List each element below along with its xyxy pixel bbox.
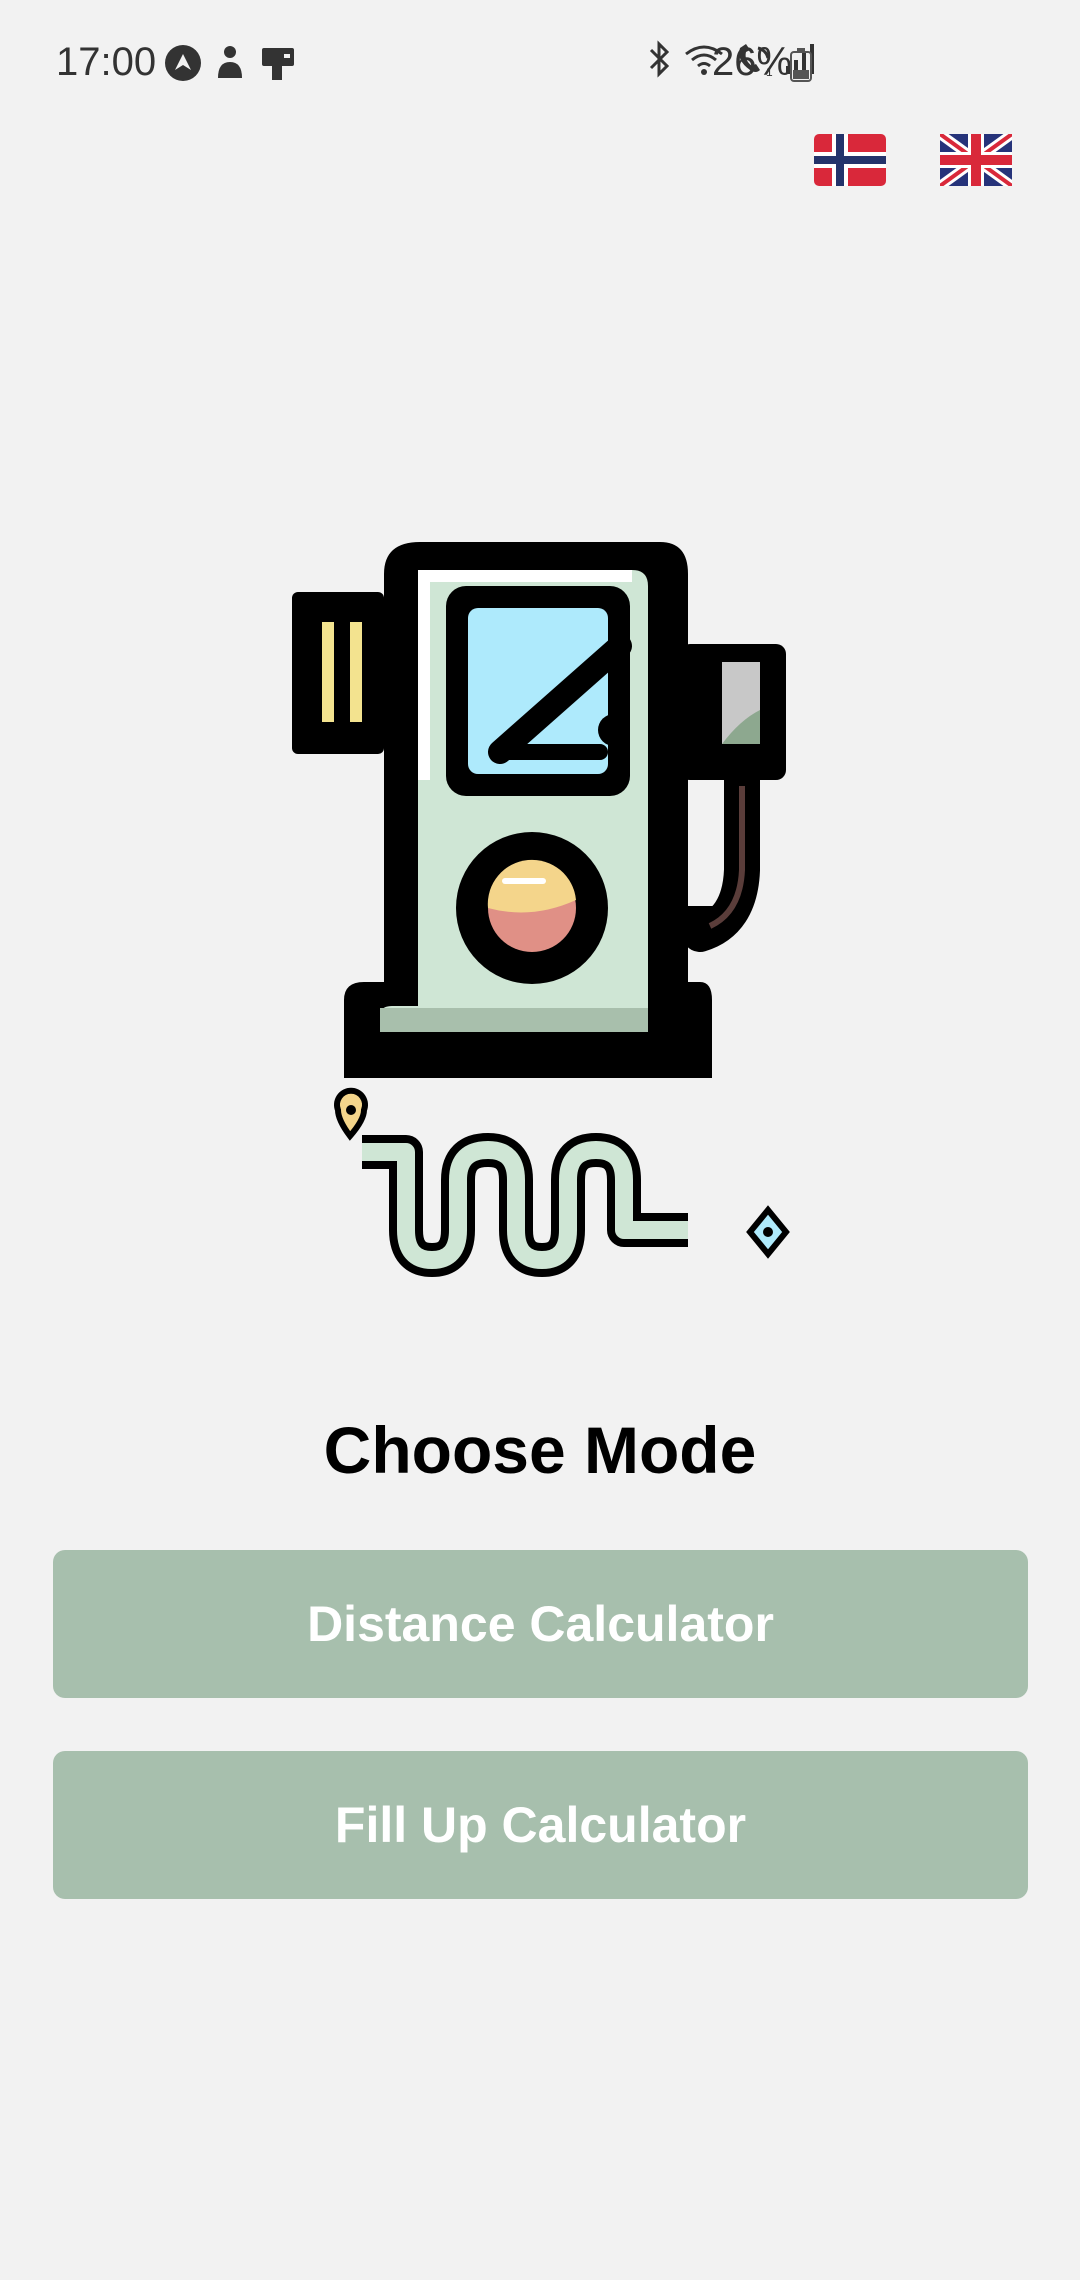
norway-flag-icon <box>814 134 886 186</box>
fill-up-calculator-label: Fill Up Calculator <box>334 1797 747 1853</box>
status-bar: 17:00 1 26% <box>0 0 1080 130</box>
fill-up-calculator-button[interactable]: Fill Up Calculator <box>53 1751 1028 1899</box>
person-notification-icon <box>214 44 246 87</box>
distance-calculator-button[interactable]: Distance Calculator <box>53 1550 1028 1698</box>
battery-icon <box>790 48 812 87</box>
battery-percent: 26% <box>712 40 793 84</box>
uk-flag-icon <box>937 129 1015 191</box>
bluetooth-icon <box>642 40 676 83</box>
navigation-app-icon <box>164 44 202 87</box>
device-notification-icon <box>258 44 298 87</box>
ev-charging-station-illustration <box>280 530 800 1290</box>
distance-calculator-label: Distance Calculator <box>307 1596 774 1652</box>
page-title: Choose Mode <box>323 1413 757 1487</box>
status-time: 17:00 <box>56 40 157 84</box>
language-english-button[interactable] <box>937 129 1015 191</box>
status-left-icons <box>164 44 298 87</box>
app-screen: 17:00 1 26% Choose Mode Distance Calcula… <box>0 0 1080 2280</box>
language-norwegian-button[interactable] <box>814 134 886 186</box>
